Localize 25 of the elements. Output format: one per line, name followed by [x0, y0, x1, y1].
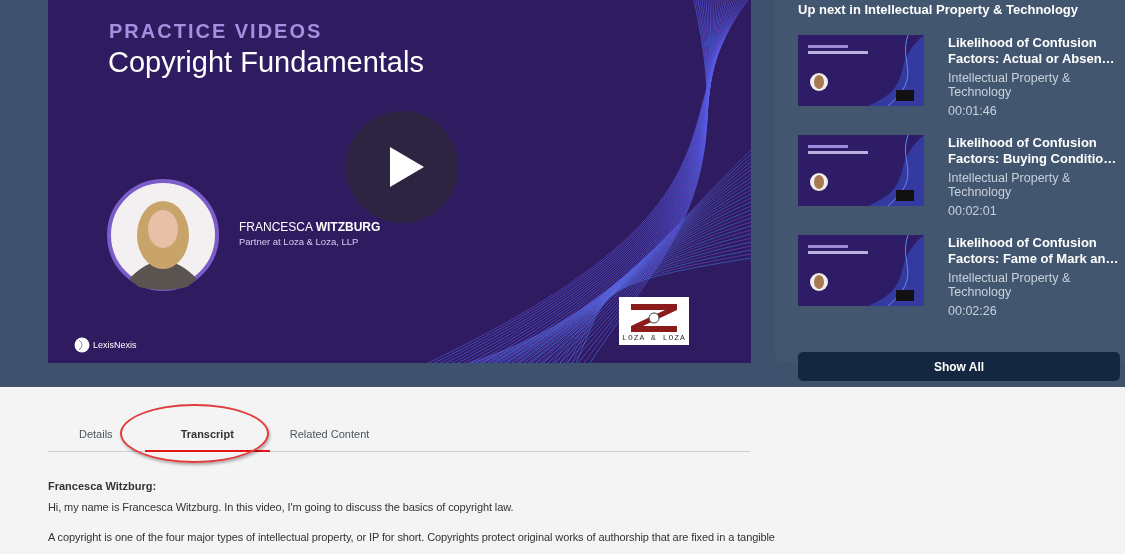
- video-title: Copyright Fundamentals: [108, 46, 424, 79]
- transcript-paragraph: Hi, my name is Francesca Witzburg. In this video, I'm going to discuss the basics of copyright law.: [48, 501, 515, 514]
- tab[interactable]: Details: [79, 424, 113, 452]
- video-title[interactable]: Likelihood of Confusion Factors: Buying Conditio…: [948, 135, 1125, 167]
- tab[interactable]: Transcript: [144, 424, 270, 452]
- video-title[interactable]: Likelihood of Confusion Factors: Fame of Mark an…: [948, 235, 1125, 267]
- video-player[interactable]: PRACTICE VIDEOS Copyright Fundamentals FRANCESCA WITZBURG Partner at Loza & Loza, LLP LexisNexis LOZA & LOZA: [48, 0, 751, 363]
- up-next-heading: Up next in Intellectual Property & Technology: [798, 1, 1080, 17]
- video-category: Intellectual Property & Technology: [948, 171, 1072, 199]
- presenter-role: Partner at Loza & Loza, LLP: [239, 236, 360, 247]
- brand-name: LexisNexis: [93, 340, 137, 350]
- video-category: Intellectual Property & Technology: [948, 271, 1072, 299]
- video-duration: 00:01:46: [948, 104, 998, 118]
- transcript-paragraph: A copyright is one of the four major types of intellectual property, or IP for short. Copyrights protect original works of authorship that are fixed in a tangible: [48, 531, 776, 544]
- video-duration: 00:02:26: [948, 304, 998, 318]
- video-category: Intellectual Property & Technology: [948, 71, 1072, 99]
- speaker-name: Francesca Witzburg:: [48, 480, 158, 493]
- tab[interactable]: Related Content: [289, 424, 370, 452]
- video-duration: 00:02:01: [948, 204, 998, 218]
- show-all-button[interactable]: Show All: [798, 352, 1120, 381]
- firm-logo: LOZA & LOZA: [619, 297, 689, 345]
- video-title[interactable]: Likelihood of Confusion Factors: Actual or Absen…: [948, 35, 1125, 67]
- video-kicker: PRACTICE VIDEOS: [109, 20, 323, 43]
- presenter-name: FRANCESCA WITZBURG: [239, 220, 381, 234]
- globe-icon: [74, 337, 90, 353]
